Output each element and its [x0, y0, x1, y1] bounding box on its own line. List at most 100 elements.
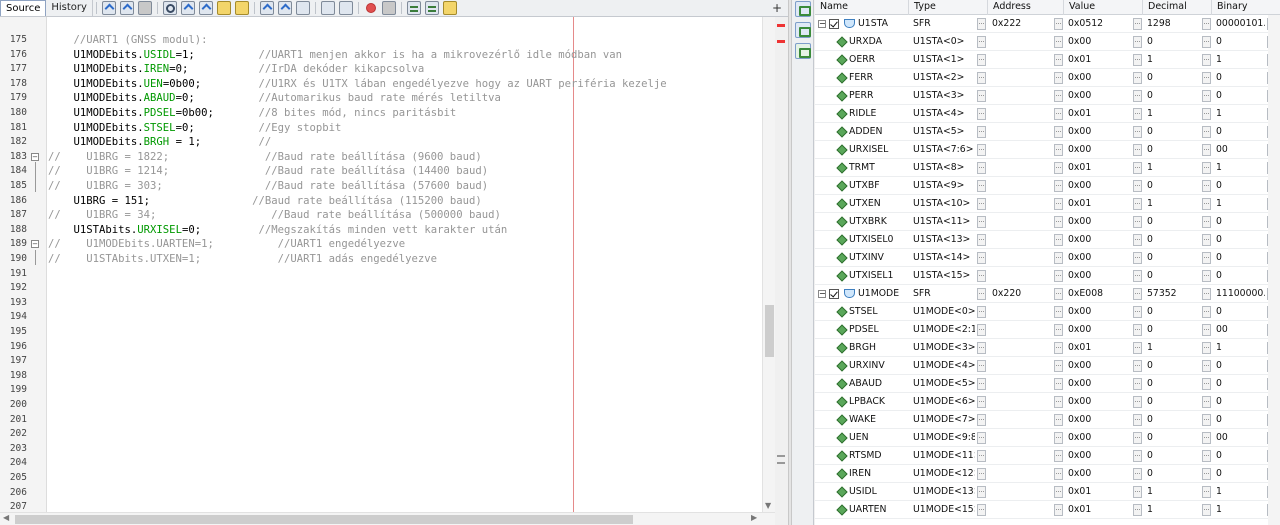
cell-editor-button[interactable]: …	[1133, 360, 1142, 372]
toggle-rectangular-selection-icon[interactable]	[234, 1, 249, 15]
cell-editor-button[interactable]: …	[1202, 342, 1211, 354]
error-stripe-mark[interactable]	[777, 455, 785, 457]
code-line[interactable]: // U1BRG = 34; //Baud rate beállítása (5…	[48, 209, 501, 221]
cell-editor-button[interactable]: …	[1202, 144, 1211, 156]
watch-bitfield-row[interactable]: ABAUDU1MODE<5>……0x00…0…0…	[815, 375, 1280, 393]
code-line[interactable]: U1MODEbits.PDSEL=0b00; //8 bites mód, ni…	[48, 107, 457, 119]
cell-editor-button[interactable]: …	[977, 270, 986, 282]
watch-bitfield-row[interactable]: RIDLEU1STA<4>……0x01…1…1…	[815, 105, 1280, 123]
toggle-highlight-icon[interactable]	[216, 1, 231, 15]
cell-editor-button[interactable]: …	[1133, 90, 1142, 102]
cell-editor-button[interactable]: …	[1054, 234, 1063, 246]
column-header-value[interactable]: Value	[1064, 0, 1143, 15]
column-header-address[interactable]: Address	[988, 0, 1064, 15]
back-icon[interactable]	[119, 1, 134, 15]
cell-editor-button[interactable]: …	[1202, 414, 1211, 426]
fold-toggle-icon[interactable]: −	[31, 152, 39, 161]
cell-editor-button[interactable]: …	[977, 54, 986, 66]
last-edit-icon[interactable]	[101, 1, 116, 15]
line-number-gutter[interactable]: 175 176 177 178 179 180 181 182 183−184 185 186 187…	[0, 17, 47, 512]
cell-editor-button[interactable]: …	[1202, 252, 1211, 264]
uncomment-icon[interactable]	[424, 1, 439, 15]
code-line[interactable]: U1BRG = 151; //Baud rate beállítása (115…	[48, 195, 482, 207]
cell-editor-button[interactable]: …	[1054, 468, 1063, 480]
cell-editor-button[interactable]: …	[1133, 468, 1142, 480]
watch-bitfield-row[interactable]: URXISELU1STA<7:6>……0x00…0…00…	[815, 141, 1280, 159]
cell-editor-button[interactable]: …	[1202, 126, 1211, 138]
cell-editor-button[interactable]: …	[1054, 360, 1063, 372]
cell-editor-button[interactable]: …	[1133, 486, 1142, 498]
cell-editor-button[interactable]: …	[1054, 108, 1063, 120]
cell-editor-button[interactable]: …	[1202, 504, 1211, 516]
watch-bitfield-row[interactable]: USIDLU1MODE<13>……0x01…1…1…	[815, 483, 1280, 501]
code-line[interactable]: U1MODEbits.UEN=0b00; //U1RX és U1TX lába…	[48, 78, 667, 90]
code-line[interactable]: U1MODEbits.USIDL=1; //UART1 menjen akkor…	[48, 49, 623, 61]
cell-editor-button[interactable]: …	[1133, 144, 1142, 156]
cell-editor-button[interactable]: …	[1054, 180, 1063, 192]
cell-editor-button[interactable]: …	[1133, 306, 1142, 318]
watch-bitfield-row[interactable]: TRMTU1STA<8>……0x01…1…1…	[815, 159, 1280, 177]
cell-editor-button[interactable]: …	[1202, 486, 1211, 498]
cell-editor-button[interactable]: …	[1054, 486, 1063, 498]
cell-editor-button[interactable]: …	[1202, 234, 1211, 246]
shift-left-icon[interactable]	[320, 1, 335, 15]
cell-editor-button[interactable]: …	[977, 432, 986, 444]
cell-editor-button[interactable]: …	[1202, 468, 1211, 480]
code-line[interactable]: // U1BRG = 1822; //Baud rate beállítása …	[48, 151, 482, 163]
fold-toggle-icon[interactable]: −	[31, 240, 39, 249]
cell-editor-button[interactable]: …	[1133, 72, 1142, 84]
find-icon[interactable]	[162, 1, 177, 15]
cell-editor-button[interactable]: …	[1202, 270, 1211, 282]
editor-horizontal-scrollbar[interactable]: ◀ ▶	[0, 512, 775, 525]
cell-editor-button[interactable]: …	[1054, 342, 1063, 354]
cell-editor-button[interactable]: …	[1202, 432, 1211, 444]
cell-editor-button[interactable]: …	[977, 126, 986, 138]
cell-editor-button[interactable]: …	[1202, 360, 1211, 372]
next-bookmark-icon[interactable]	[277, 1, 292, 15]
cell-editor-button[interactable]: …	[1054, 432, 1063, 444]
watch-enable-checkbox[interactable]	[829, 289, 839, 299]
cell-editor-button[interactable]: …	[1202, 90, 1211, 102]
cell-editor-button[interactable]: …	[1133, 234, 1142, 246]
watch-bitfield-row[interactable]: UTXENU1STA<10>……0x01…1…1…	[815, 195, 1280, 213]
column-header-type[interactable]: Type	[909, 0, 988, 15]
cell-editor-button[interactable]: …	[1054, 162, 1063, 174]
watch-bitfield-row[interactable]: UARTENU1MODE<15>……0x01…1…1…	[815, 501, 1280, 519]
cell-editor-button[interactable]: …	[1054, 72, 1063, 84]
cell-editor-button[interactable]: …	[1133, 288, 1142, 300]
cell-editor-button[interactable]: …	[1133, 126, 1142, 138]
watch-register-row[interactable]: − U1MODE SFR … 0x220 … 0xE008 … 57352 … 11100000..…	[815, 285, 1280, 303]
toggle-bookmark-icon[interactable]	[295, 1, 310, 15]
watch-options-icon[interactable]	[795, 43, 811, 59]
forward-icon[interactable]	[137, 1, 152, 15]
cell-editor-button[interactable]: …	[1054, 378, 1063, 390]
code-line[interactable]: U1MODEbits.STSEL=0; //Egy stopbit	[48, 122, 342, 134]
code-line[interactable]: // U1MODEbits.UARTEN=1; //UART1 engedély…	[48, 238, 405, 250]
watch-bitfield-row[interactable]: UTXISEL1U1STA<15>……0x00…0…0…	[815, 267, 1280, 285]
code-line[interactable]: U1MODEbits.IREN=0; //IrDA dekóder kikapc…	[48, 63, 425, 75]
watch-bitfield-row[interactable]: UTXBRKU1STA<11>……0x00…0…0…	[815, 213, 1280, 231]
tab-history[interactable]: History	[46, 0, 93, 16]
cell-editor-button[interactable]: …	[1133, 414, 1142, 426]
watch-bitfield-row[interactable]: PDSELU1MODE<2:1...……0x00…0…00…	[815, 321, 1280, 339]
cell-editor-button[interactable]: …	[1133, 162, 1142, 174]
watch-bitfield-row[interactable]: UTXINVU1STA<14>……0x00…0…0…	[815, 249, 1280, 267]
cell-editor-button[interactable]: …	[1202, 288, 1211, 300]
cell-editor-button[interactable]: …	[977, 378, 986, 390]
cell-editor-button[interactable]: …	[1054, 18, 1063, 30]
watch-bitfield-row[interactable]: UTXBFU1STA<9>……0x00…0…0…	[815, 177, 1280, 195]
cell-editor-button[interactable]: …	[977, 306, 986, 318]
watch-bitfield-row[interactable]: WAKEU1MODE<7>……0x00…0…0…	[815, 411, 1280, 429]
code-line[interactable]: U1MODEbits.BRGH = 1; //	[48, 136, 272, 148]
start-macro-recording-icon[interactable]	[365, 3, 376, 13]
cell-editor-button[interactable]: …	[977, 144, 986, 156]
cell-editor-button[interactable]: …	[977, 414, 986, 426]
cell-editor-button[interactable]: …	[1202, 378, 1211, 390]
cell-editor-button[interactable]: …	[977, 234, 986, 246]
cell-editor-button[interactable]: …	[977, 486, 986, 498]
cell-editor-button[interactable]: …	[1054, 216, 1063, 228]
code-editor[interactable]: 175 176 177 178 179 180 181 182 183−184 185 186 187…	[0, 17, 775, 512]
cell-editor-button[interactable]: …	[1054, 36, 1063, 48]
column-header-name[interactable]: Name	[815, 0, 909, 15]
cell-editor-button[interactable]: …	[1054, 90, 1063, 102]
